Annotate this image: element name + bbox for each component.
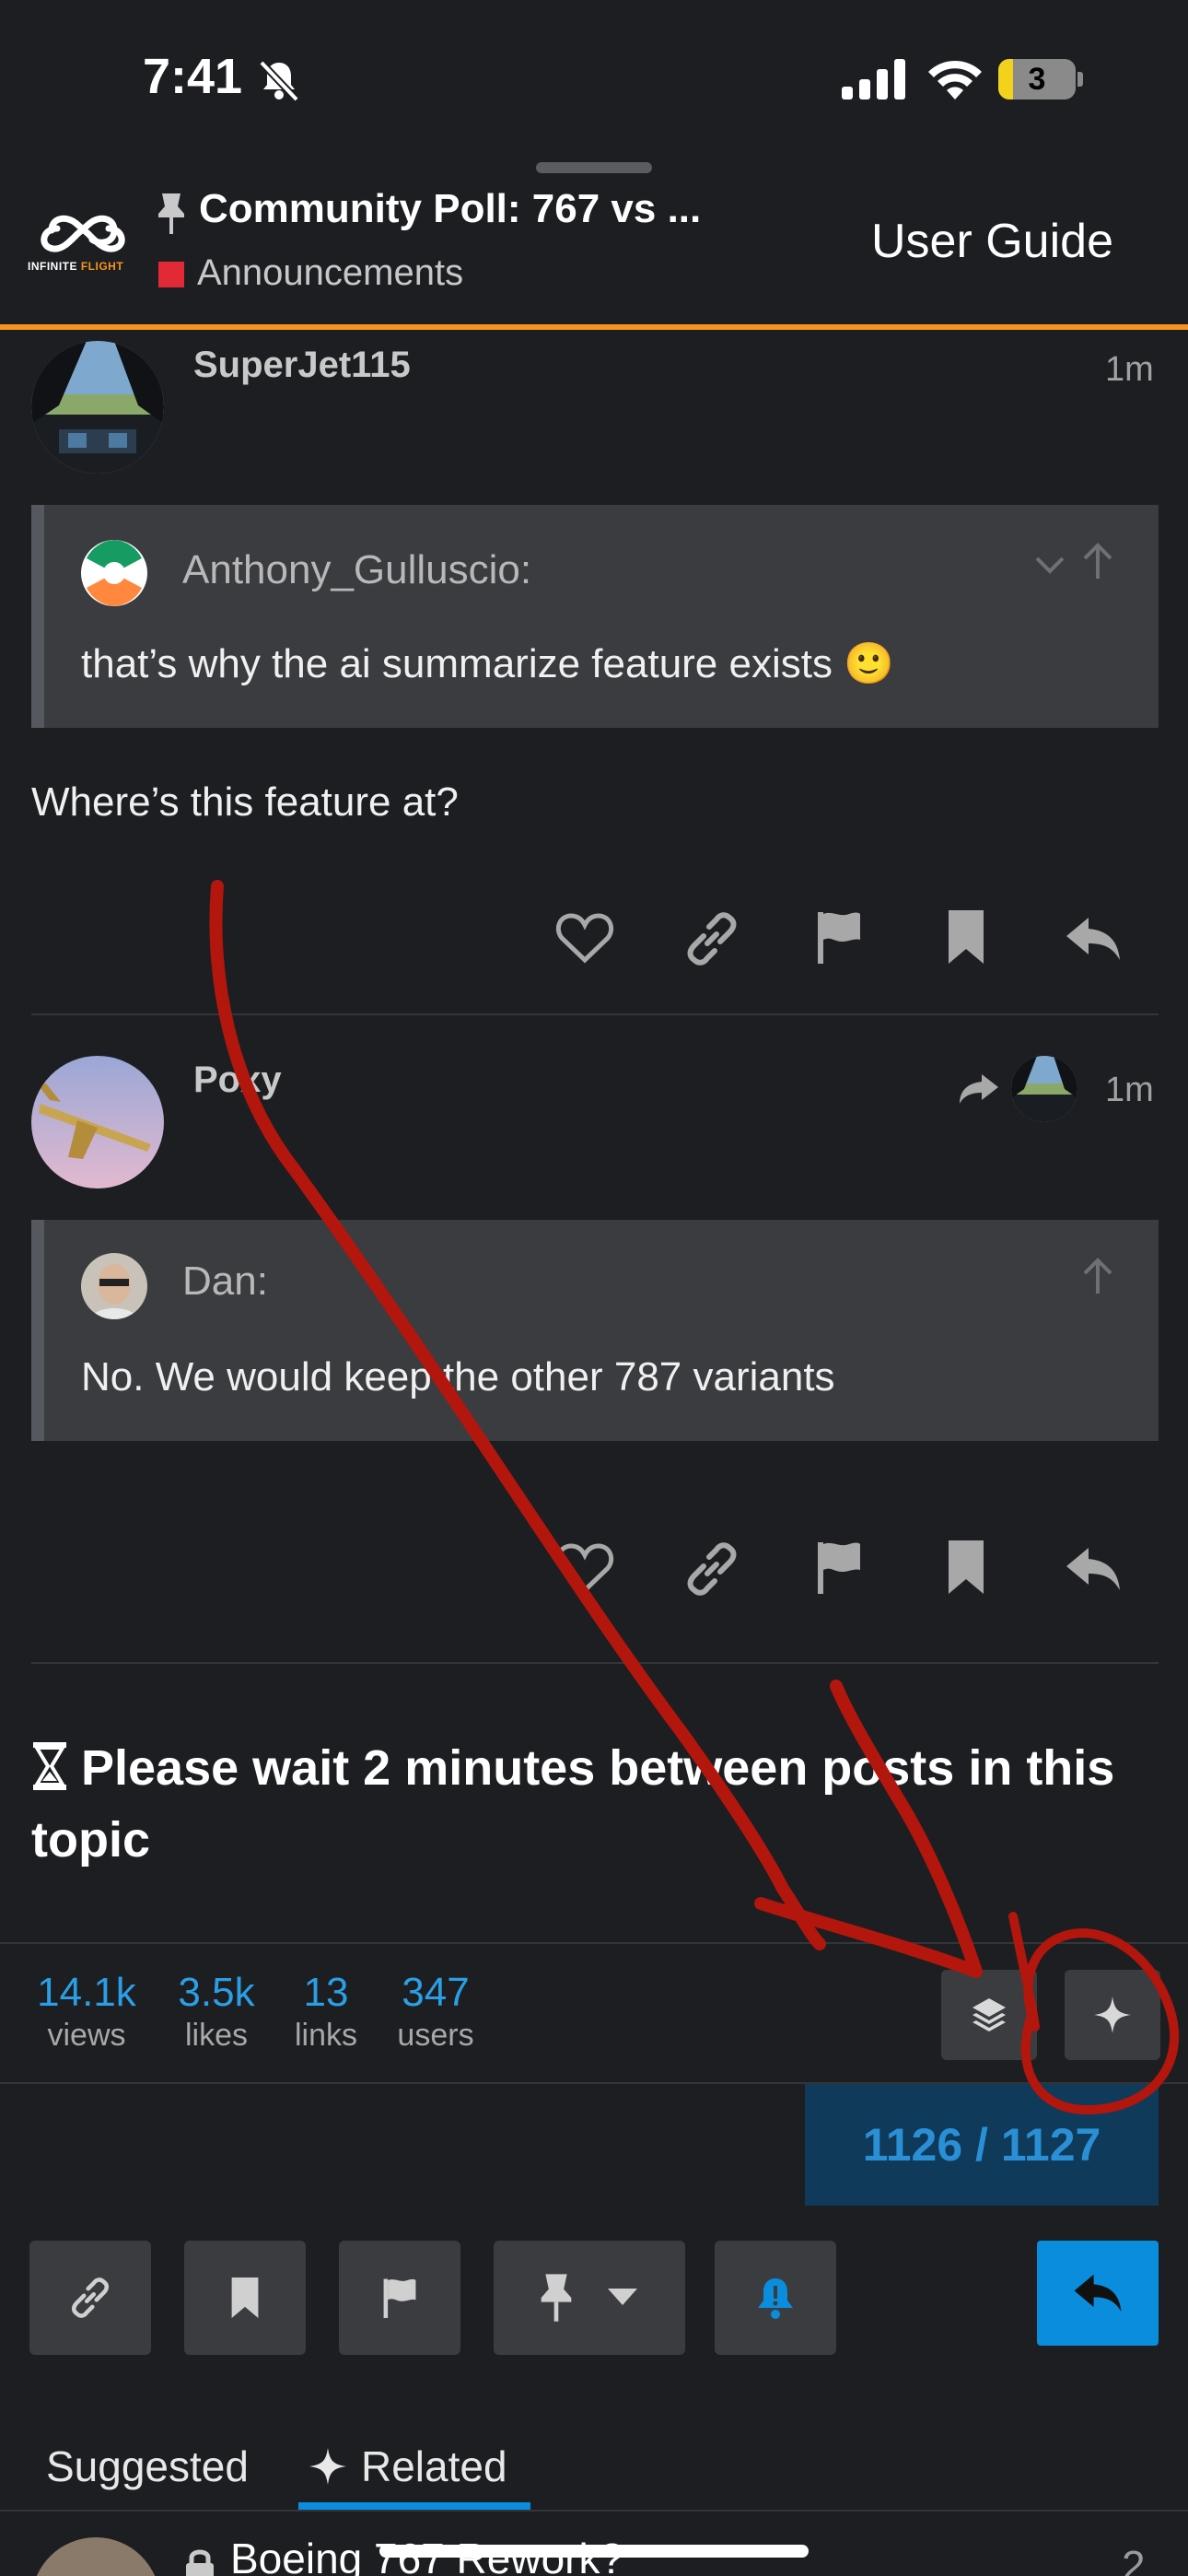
progress-counter: 1126 / 1127	[862, 2119, 1101, 2171]
active-tab-indicator	[298, 2502, 530, 2510]
stat-users[interactable]: 347 users	[387, 1970, 484, 2054]
quote-block: Anthony_Gulluscio: that’s why the ai sum…	[31, 505, 1159, 728]
avatar[interactable]	[31, 341, 164, 474]
sparkle-icon	[1094, 1996, 1131, 2033]
bell-alert-icon	[758, 2278, 793, 2319]
post-time[interactable]: 1m	[1105, 1071, 1154, 1110]
sheet-grab-handle[interactable]	[536, 162, 652, 173]
irish-flag-avatar-image	[81, 540, 147, 606]
quote-username: Anthony_Gulluscio:	[182, 547, 532, 592]
post-username[interactable]: SuperJet115	[193, 345, 411, 386]
notification-level-button[interactable]	[715, 2241, 836, 2355]
person-avatar-image	[81, 1253, 147, 1319]
cockpit-avatar-image	[1011, 1056, 1077, 1122]
lock-icon	[186, 2549, 214, 2576]
stat-views: 14.1k views	[37, 1970, 136, 2053]
pin-icon	[541, 2274, 572, 2322]
quote-block: Dan: No. We would keep the other 787 var…	[31, 1220, 1159, 1441]
bookmark-icon[interactable]	[936, 1537, 996, 1598]
home-indicator[interactable]	[379, 2545, 809, 2558]
topic-progress[interactable]: 1126 / 1127	[805, 2084, 1159, 2206]
topic-title[interactable]: Community Poll: 767 vs ...	[199, 186, 701, 232]
slow-mode-notice: Please wait 2 minutes between posts in t…	[31, 1740, 1115, 1868]
category-link[interactable]: Announcements	[197, 252, 463, 294]
quote-avatar[interactable]	[81, 1253, 147, 1319]
logo-text: INFINITE FLIGHT	[28, 260, 124, 273]
bell-muted-icon	[259, 60, 299, 102]
quote-text: that’s why the ai summarize feature exis…	[81, 641, 894, 686]
wifi-icon	[928, 60, 982, 100]
copy-link-icon[interactable]	[681, 1539, 742, 1599]
reply-to-avatar[interactable]	[1011, 1056, 1077, 1122]
hourglass-icon	[33, 1742, 66, 1790]
status-time: 7:41	[143, 49, 243, 104]
reply-icon[interactable]	[1063, 908, 1124, 969]
tab-suggested[interactable]: Suggested	[46, 2441, 249, 2491]
battery-level: 3	[1028, 62, 1046, 97]
post-username[interactable]: Poxy	[193, 1060, 282, 1101]
post-divider	[31, 1013, 1159, 1015]
status-bar: 7:41 3	[0, 0, 1188, 157]
reply-icon	[1074, 2274, 1122, 2313]
topic-header: INFINITE FLIGHT Community Poll: 767 vs .…	[0, 175, 1188, 324]
stat-likes[interactable]: 3.5k likes	[168, 1970, 265, 2054]
cellular-signal-icon	[842, 59, 905, 100]
reply-icon[interactable]	[1063, 1539, 1124, 1599]
post-time[interactable]: 1m	[1105, 350, 1154, 390]
bookmark-icon	[231, 2277, 259, 2318]
pin-icon	[158, 193, 184, 234]
quote-text: No. We would keep the other 787 variants	[81, 1354, 835, 1399]
flag-icon	[383, 2278, 416, 2318]
user-guide-link[interactable]: User Guide	[871, 214, 1113, 269]
reply-to-arrow-icon[interactable]	[958, 1071, 1000, 1107]
header-accent-rule	[0, 324, 1188, 330]
suggested-related-tabs: Suggested Related	[0, 2423, 1188, 2512]
category-color-badge	[158, 262, 184, 287]
ai-summarize-button[interactable]	[1065, 1970, 1160, 2060]
topic-stats: 14.1k views 3.5k likes 13 links 347 user…	[0, 1942, 1188, 2084]
link-icon	[71, 2277, 110, 2318]
layers-icon	[973, 1998, 1006, 2032]
post-poxy: Poxy 1m Dan: No. We would keep the other…	[0, 1056, 1188, 1666]
airliner-avatar-image	[31, 1056, 164, 1188]
post-body: Where’s this feature at?	[31, 779, 459, 825]
sparkle-icon	[309, 2448, 346, 2485]
like-heart-icon[interactable]	[554, 908, 615, 969]
pin-topic-dropdown[interactable]	[494, 2241, 685, 2355]
quote-username: Dan:	[182, 1259, 268, 1304]
avatar	[31, 2537, 160, 2576]
infinite-flight-logo-icon	[41, 215, 125, 252]
share-link-button[interactable]	[29, 2241, 151, 2355]
flag-topic-button[interactable]	[339, 2241, 460, 2355]
post-superjet115: SuperJet115 1m Anthony_Gulluscio: that’s…	[0, 341, 1188, 1019]
caret-down-icon	[608, 2289, 637, 2305]
stat-links[interactable]: 13 links	[285, 1970, 367, 2054]
like-heart-icon[interactable]	[554, 1539, 615, 1599]
bookmark-icon[interactable]	[936, 907, 996, 967]
jump-to-quote-icon[interactable]	[1079, 540, 1116, 580]
bookmark-topic-button[interactable]	[184, 2241, 306, 2355]
tab-related[interactable]: Related	[308, 2441, 507, 2491]
expand-quote-icon[interactable]	[1031, 545, 1068, 582]
jump-to-quote-icon[interactable]	[1079, 1255, 1116, 1295]
reply-to-topic-button[interactable]	[1037, 2241, 1159, 2346]
avatar[interactable]	[31, 1056, 164, 1188]
cockpit-avatar-image	[31, 341, 164, 474]
quote-avatar[interactable]	[81, 540, 147, 606]
suggested-topic-reply-count: 2	[1122, 2542, 1146, 2576]
copy-link-icon[interactable]	[681, 908, 742, 969]
flag-icon[interactable]	[809, 907, 869, 967]
battery-icon: 3	[998, 59, 1083, 100]
post-divider	[31, 1662, 1159, 1664]
flag-icon[interactable]	[809, 1537, 869, 1598]
summarize-layers-button[interactable]	[941, 1970, 1037, 2060]
